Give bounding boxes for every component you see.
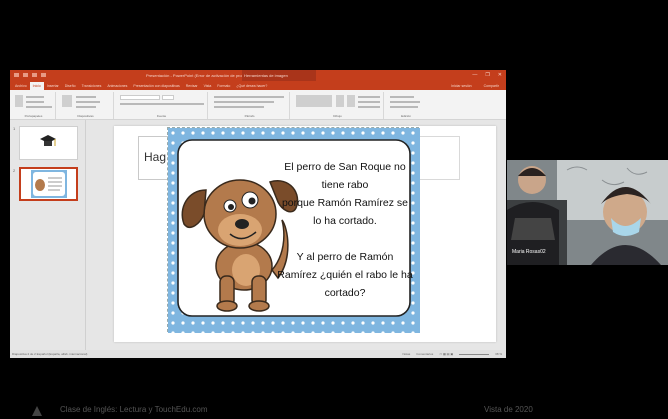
notes-button[interactable]: Notas (402, 352, 410, 356)
slide-info: Diapositiva 2 de 2 Español (España, alfa… (12, 352, 88, 356)
close-button[interactable]: ✕ (498, 72, 502, 78)
copy-button[interactable] (26, 101, 44, 103)
title-text: Hag (144, 150, 167, 164)
minimize-button[interactable]: — (472, 72, 477, 78)
card-line-4: lo ha cortado. (313, 215, 377, 227)
replace-button[interactable] (390, 101, 420, 103)
bottom-right-caption: Vista de 2020 (484, 405, 533, 414)
font-format-buttons[interactable] (120, 103, 204, 105)
card-line-6: Y al perro de Ramón (297, 251, 394, 263)
group-label: Diapositivas (77, 114, 94, 118)
slide-thumbnail-1[interactable] (19, 126, 78, 160)
thumbnail-number: 1 (13, 126, 16, 131)
slide-canvas[interactable]: Hag El perro de San Roque no tiene rabo … (114, 126, 496, 342)
group-edicion: Edición (386, 92, 426, 119)
shape-effects-button[interactable] (358, 106, 380, 108)
font-name-box[interactable] (120, 95, 160, 100)
status-bar: Diapositiva 2 de 2 Español (España, alfa… (10, 350, 506, 358)
slide-thumbnails-pane: 1 2 (10, 120, 86, 350)
arrange-icon[interactable] (336, 95, 344, 107)
card-line-8: cortado? (325, 287, 366, 299)
slide-thumbnail-2[interactable] (19, 167, 78, 201)
reset-button[interactable] (76, 101, 100, 103)
window-title: Presentación - PowerPoint (Error de acti… (146, 73, 255, 78)
start-presentation-icon[interactable] (41, 73, 46, 77)
maximize-button[interactable]: ❐ (485, 72, 489, 78)
dog-card-thumbnail-icon (31, 170, 67, 198)
layout-button[interactable] (76, 96, 96, 98)
spacing-buttons[interactable] (214, 106, 264, 108)
card-line-7: Ramírez ¿quién el rabo le ha (277, 269, 413, 281)
card-line-1: El perro de San Roque no (284, 161, 406, 173)
ribbon-tabs: Archivo Inicio Insertar Diseño Transicio… (10, 81, 506, 90)
save-icon[interactable] (14, 73, 19, 77)
tongue-twister-image[interactable]: El perro de San Roque no tiene rabo porq… (167, 127, 420, 333)
window-controls: — ❐ ✕ (472, 72, 502, 78)
group-label: Dibujo (333, 114, 342, 118)
group-label: Portapapeles (24, 114, 43, 118)
powerpoint-window: Presentación - PowerPoint (Error de acti… (10, 70, 506, 358)
paste-icon[interactable] (15, 95, 23, 107)
section-button[interactable] (76, 106, 96, 108)
title-bar: Presentación - PowerPoint (Error de acti… (10, 70, 506, 81)
group-diapositivas: Diapositivas (58, 92, 114, 119)
comments-button[interactable]: Comentarios (416, 352, 433, 356)
shape-outline-button[interactable] (358, 101, 380, 103)
new-slide-icon[interactable] (62, 95, 72, 107)
shapes-gallery[interactable] (296, 95, 332, 107)
font-size-box[interactable] (162, 95, 174, 100)
group-parrafo: Párrafo (210, 92, 290, 119)
group-portapapeles: Portapapeles (12, 92, 56, 119)
shape-fill-button[interactable] (358, 96, 380, 98)
bottom-caption: Clase de Inglés: Lectura y TouchEdu.com (60, 405, 208, 414)
card-line-3: porque Ramón Ramírez se (282, 197, 408, 209)
content-placeholder[interactable] (418, 136, 460, 180)
status-right: Notas Comentarios ▭ ▦ ▤ ▣ 38 % (402, 352, 502, 356)
undo-icon[interactable] (23, 73, 28, 77)
card-line-2: tiene rabo (322, 179, 369, 191)
group-dibujo: Dibujo (292, 92, 384, 119)
participant-name: Maria Rosas02 (512, 249, 546, 255)
ribbon: Portapapeles Diapositivas Fuente Párrafo (10, 90, 506, 120)
app-logo-icon (32, 406, 42, 416)
participant-video-tile[interactable]: Maria Rosas02 (507, 160, 668, 265)
group-label: Fuente (156, 114, 167, 118)
align-buttons[interactable] (214, 101, 274, 103)
quick-access-toolbar (14, 73, 46, 77)
view-buttons[interactable]: ▭ ▦ ▤ ▣ (439, 352, 453, 356)
quick-styles-icon[interactable] (347, 95, 355, 107)
group-fuente: Fuente (116, 92, 208, 119)
zoom-slider[interactable] (459, 353, 490, 355)
tab-inicio[interactable]: Inicio (29, 82, 44, 90)
editor-workspace: 1 2 Hag El perro de San Roque no tiene r… (10, 120, 506, 350)
screen: Presentación - PowerPoint (Error de acti… (0, 0, 668, 419)
zoom-level[interactable]: 38 % (495, 352, 502, 356)
list-buttons[interactable] (214, 96, 284, 98)
find-button[interactable] (390, 96, 414, 98)
redo-icon[interactable] (32, 73, 37, 77)
graduation-cap-icon (40, 135, 56, 146)
select-button[interactable] (390, 106, 418, 108)
group-label: Edición (401, 114, 411, 118)
group-label: Párrafo (244, 114, 255, 118)
format-painter-button[interactable] (26, 106, 52, 108)
context-tab-label: Herramientas de imagen (242, 70, 316, 81)
cut-button[interactable] (26, 96, 44, 98)
thumbnail-number: 2 (13, 168, 16, 173)
